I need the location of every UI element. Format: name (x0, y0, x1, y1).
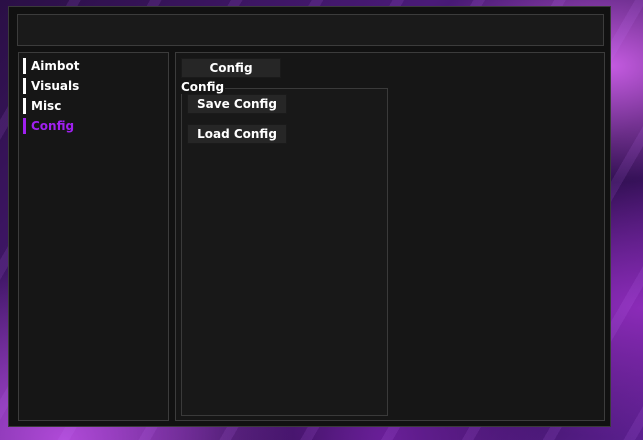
cheat-menu-window: Aimbot Visuals Misc Config Config Save C… (8, 6, 611, 427)
tab-config[interactable]: Config (181, 58, 281, 78)
title-bar[interactable] (17, 14, 604, 46)
sidebar: Aimbot Visuals Misc Config (18, 52, 169, 421)
config-group: Save Config Load Config (181, 88, 388, 416)
config-group-title: Config (181, 80, 226, 94)
content-panel: Config Save Config Load Config Config (175, 52, 605, 421)
sidebar-item-visuals[interactable]: Visuals (23, 78, 79, 94)
sidebar-item-config[interactable]: Config (23, 118, 74, 134)
save-config-button[interactable]: Save Config (187, 94, 287, 114)
sidebar-item-aimbot[interactable]: Aimbot (23, 58, 79, 74)
sidebar-item-misc[interactable]: Misc (23, 98, 61, 114)
load-config-button[interactable]: Load Config (187, 124, 287, 144)
